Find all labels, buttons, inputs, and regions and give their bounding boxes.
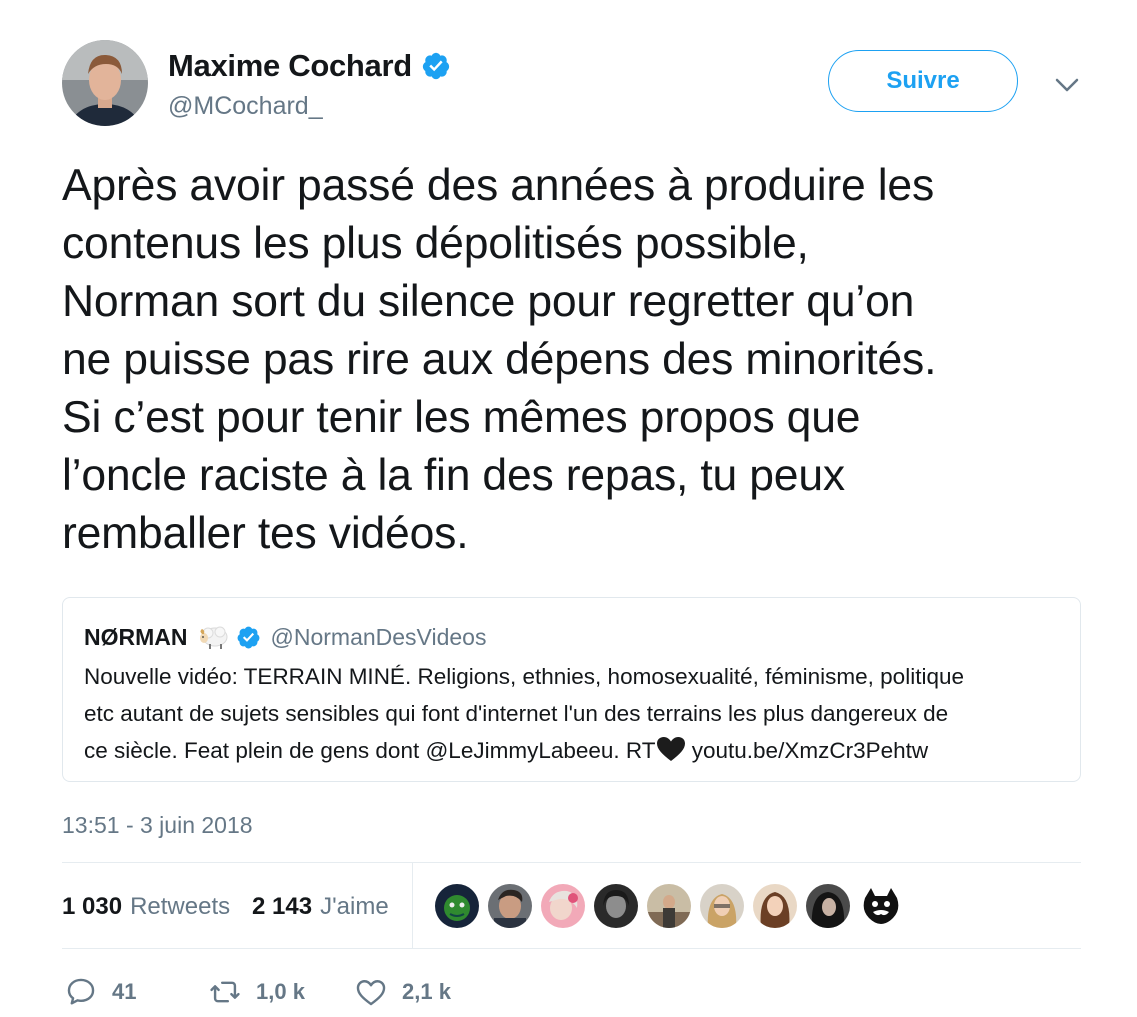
chevron-down-icon[interactable] [1052,72,1082,98]
retweet-action[interactable]: 1,0 k [208,975,305,1009]
liker-avatar[interactable] [753,884,797,928]
stats-divider [412,862,413,948]
liker-avatar[interactable] [488,884,532,928]
divider-bottom [62,948,1081,949]
retweets-stat[interactable]: 1 030 Retweets [62,893,230,921]
liker-avatar[interactable] [859,884,903,928]
tweet-timestamp[interactable]: 13:51 - 3 juin 2018 [62,812,253,839]
author-avatar[interactable] [62,40,148,126]
likes-label: J'aime [320,893,389,920]
likes-count: 2 143 [252,893,313,920]
retweets-label: Retweets [130,893,231,920]
black-heart-emoji-icon [656,737,685,761]
verified-badge-icon [237,626,259,648]
retweet-icon [210,981,240,1003]
quoted-tweet-text: Nouvelle vidéo: TERRAIN MINÉ. Religions,… [84,658,1074,769]
quoted-tweet-card[interactable]: NØRMAN @NormanDesVideos Nouvelle vidéo: … [62,597,1081,782]
like-icon [356,980,386,1006]
liker-avatar[interactable] [700,884,744,928]
reply-action[interactable]: 41 [64,975,136,1009]
quoted-text-link: youtu.be/XmzCr3Pehtw [685,738,929,763]
retweet-count: 1,0 k [256,979,305,1004]
liker-avatar[interactable] [647,884,691,928]
author-name-row[interactable]: Maxime Cochard [168,48,451,84]
verified-badge-icon [422,52,450,80]
likes-stat[interactable]: 2 143 J'aime [252,893,389,921]
like-count: 2,1 k [402,979,451,1004]
quoted-author-name: NØRMAN [84,623,188,650]
liker-avatar[interactable] [435,884,479,928]
quoted-author-handle: @NormanDesVideos [270,623,487,650]
liker-avatar[interactable] [806,884,850,928]
quoted-tweet-header: NØRMAN @NormanDesVideos [84,622,486,652]
sheep-emoji-icon [199,626,227,649]
liker-avatar[interactable] [541,884,585,928]
divider-top [62,862,1081,863]
like-action[interactable]: 2,1 k [354,975,451,1009]
liker-avatar[interactable] [594,884,638,928]
author-handle[interactable]: @MCochard_ [168,92,323,121]
reply-count: 41 [112,979,137,1004]
retweets-count: 1 030 [62,893,123,920]
author-name[interactable]: Maxime Cochard [168,48,412,84]
follow-button[interactable]: Suivre [828,50,1018,112]
reply-icon [67,978,95,1005]
tweet-text: Après avoir passé des années à produire … [62,161,937,558]
